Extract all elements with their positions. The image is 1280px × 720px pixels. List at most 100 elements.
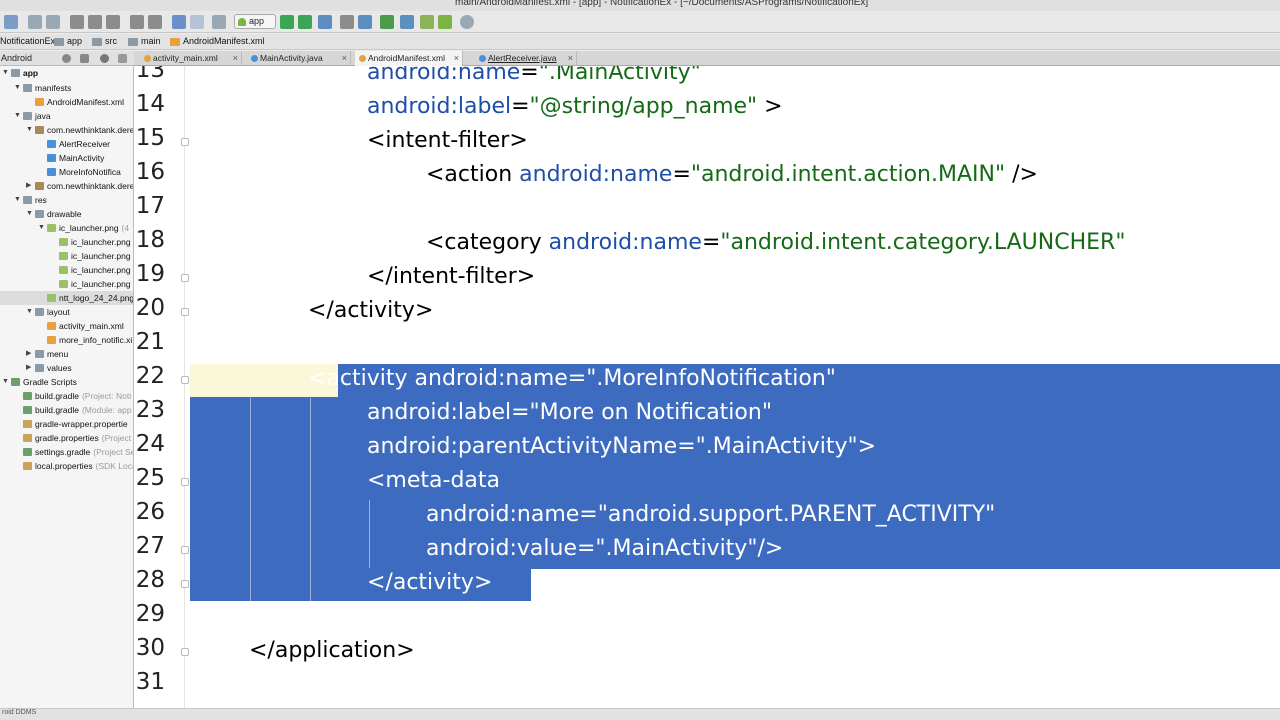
tree-item[interactable]: ▼ layout bbox=[0, 305, 133, 319]
chevron-down-icon[interactable]: ▼ bbox=[14, 193, 21, 207]
chevron-down-icon[interactable]: ▼ bbox=[26, 123, 33, 137]
tree-item[interactable]: ic_launcher.png bbox=[0, 249, 133, 263]
tree-item[interactable]: ▼ com.newthinktank.dere bbox=[0, 123, 133, 137]
code-line: <meta-data bbox=[367, 468, 500, 493]
tree-item[interactable]: more_info_notific.xi bbox=[0, 333, 133, 347]
scroll-from-source-icon[interactable] bbox=[80, 54, 89, 63]
chevron-down-icon[interactable]: ▼ bbox=[14, 109, 21, 123]
tree-item[interactable]: build.gradle (Module: app bbox=[0, 403, 133, 417]
tab-alertreceiver-java[interactable]: AlertReceiver.java × bbox=[475, 51, 577, 66]
code-editor[interactable]: android:name=".MainActivity" android:labe… bbox=[134, 66, 1280, 708]
tree-item[interactable]: ▼ res bbox=[0, 193, 133, 207]
close-icon[interactable]: × bbox=[454, 51, 459, 65]
fold-marker-icon[interactable] bbox=[181, 478, 189, 486]
tree-item[interactable]: gradle-wrapper.propertie bbox=[0, 417, 133, 431]
breadcrumb-main[interactable]: main bbox=[128, 36, 161, 46]
gear-icon[interactable] bbox=[100, 54, 109, 63]
run-configuration-select[interactable]: app bbox=[234, 14, 276, 29]
back-icon[interactable] bbox=[172, 15, 186, 29]
tab-activity-main-xml[interactable]: activity_main.xml × bbox=[140, 51, 242, 66]
redo-icon[interactable] bbox=[46, 15, 60, 29]
tree-item[interactable]: ▶ menu bbox=[0, 347, 133, 361]
line-number: 25 bbox=[135, 465, 165, 491]
replace-icon[interactable] bbox=[148, 15, 162, 29]
cut-icon[interactable] bbox=[70, 15, 84, 29]
tab-mainactivity-java[interactable]: MainActivity.java × bbox=[247, 51, 351, 66]
attach-debugger-icon[interactable] bbox=[318, 15, 332, 29]
breadcrumb-manifest[interactable]: AndroidManifest.xml bbox=[170, 36, 265, 46]
java-class-icon bbox=[251, 55, 258, 62]
avd-manager-icon[interactable] bbox=[400, 15, 414, 29]
sync-icon[interactable] bbox=[4, 15, 18, 29]
tree-item[interactable]: gradle.properties (Project bbox=[0, 431, 133, 445]
tab-androidmanifest-xml[interactable]: AndroidManifest.xml × bbox=[355, 51, 463, 66]
tree-item[interactable]: ▼ Gradle Scripts bbox=[0, 375, 133, 389]
close-icon[interactable]: × bbox=[342, 51, 347, 65]
tree-item[interactable]: ▼ app bbox=[0, 66, 133, 80]
breadcrumb-project[interactable]: NotificationEx bbox=[0, 36, 55, 46]
tree-item-label: ntt_logo_24_24.png bbox=[59, 293, 134, 303]
tree-item[interactable]: ntt_logo_24_24.png bbox=[0, 291, 134, 305]
tree-item[interactable]: ic_launcher.png bbox=[0, 263, 133, 277]
settings-icon[interactable] bbox=[340, 15, 354, 29]
sdk-manager-icon[interactable] bbox=[420, 15, 434, 29]
tree-item[interactable]: local.properties (SDK Loca bbox=[0, 459, 133, 473]
tree-item[interactable]: AndroidManifest.xml bbox=[0, 95, 133, 109]
breadcrumb-app[interactable]: app bbox=[54, 36, 82, 46]
tree-item[interactable]: AlertReceiver bbox=[0, 137, 133, 151]
copy-icon[interactable] bbox=[88, 15, 102, 29]
project-view-select[interactable]: Android bbox=[1, 53, 32, 63]
project-structure-icon[interactable] bbox=[358, 15, 372, 29]
debug-icon[interactable] bbox=[298, 15, 312, 29]
chevron-down-icon[interactable]: ▼ bbox=[14, 81, 21, 95]
code-token: android:name="android.support.PARENT_ACT… bbox=[426, 502, 996, 527]
tree-item[interactable]: ▼ manifests bbox=[0, 81, 133, 95]
sync-gradle-icon[interactable] bbox=[380, 15, 394, 29]
breadcrumb-src[interactable]: src bbox=[92, 36, 117, 46]
fold-marker-icon[interactable] bbox=[181, 308, 189, 316]
tree-item[interactable]: ▼ drawable bbox=[0, 207, 133, 221]
hide-panel-icon[interactable] bbox=[118, 54, 127, 63]
tree-item[interactable]: ▼ java bbox=[0, 109, 133, 123]
fold-marker-icon[interactable] bbox=[181, 138, 189, 146]
status-tool-window[interactable]: roid DDMS bbox=[2, 709, 36, 716]
tree-item[interactable]: ic_launcher.png bbox=[0, 277, 133, 291]
tree-item-label: Gradle Scripts bbox=[23, 377, 77, 387]
tree-item[interactable]: activity_main.xml bbox=[0, 319, 133, 333]
chevron-right-icon[interactable]: ▶ bbox=[26, 179, 31, 193]
run-icon[interactable] bbox=[280, 15, 294, 29]
fold-marker-icon[interactable] bbox=[181, 546, 189, 554]
chevron-down-icon[interactable]: ▼ bbox=[2, 66, 9, 80]
android-monitor-icon[interactable] bbox=[438, 15, 452, 29]
fold-marker-icon[interactable] bbox=[181, 376, 189, 384]
tree-item[interactable]: MoreInfoNotifica bbox=[0, 165, 133, 179]
fold-marker-icon[interactable] bbox=[181, 580, 189, 588]
tree-item[interactable]: ▼ ic_launcher.png (4 bbox=[0, 221, 133, 235]
tree-item-label: gradle.properties (Project bbox=[35, 433, 132, 443]
forward-icon[interactable] bbox=[190, 15, 204, 29]
help-icon[interactable] bbox=[460, 15, 474, 29]
fold-marker-icon[interactable] bbox=[181, 648, 189, 656]
tree-item[interactable]: MainActivity bbox=[0, 151, 133, 165]
collapse-all-icon[interactable] bbox=[62, 54, 71, 63]
tree-item[interactable]: ▶ com.newthinktank.dere bbox=[0, 179, 133, 193]
fold-marker-icon[interactable] bbox=[181, 274, 189, 282]
paste-icon[interactable] bbox=[106, 15, 120, 29]
close-icon[interactable]: × bbox=[568, 51, 573, 65]
build-icon[interactable] bbox=[212, 15, 226, 29]
tree-item[interactable]: ic_launcher.png bbox=[0, 235, 133, 249]
chevron-down-icon[interactable]: ▼ bbox=[38, 221, 45, 235]
undo-icon[interactable] bbox=[28, 15, 42, 29]
tree-item[interactable]: ▶ values bbox=[0, 361, 133, 375]
tree-item[interactable]: build.gradle (Project: Noti bbox=[0, 389, 133, 403]
file-icon bbox=[47, 294, 56, 302]
chevron-down-icon[interactable]: ▼ bbox=[26, 207, 33, 221]
chevron-right-icon[interactable]: ▶ bbox=[26, 361, 31, 375]
chevron-down-icon[interactable]: ▼ bbox=[26, 305, 33, 319]
line-number: 20 bbox=[135, 295, 165, 321]
chevron-down-icon[interactable]: ▼ bbox=[2, 375, 9, 389]
tree-item[interactable]: settings.gradle (Project Se bbox=[0, 445, 133, 459]
chevron-right-icon[interactable]: ▶ bbox=[26, 347, 31, 361]
close-icon[interactable]: × bbox=[233, 51, 238, 65]
find-icon[interactable] bbox=[130, 15, 144, 29]
